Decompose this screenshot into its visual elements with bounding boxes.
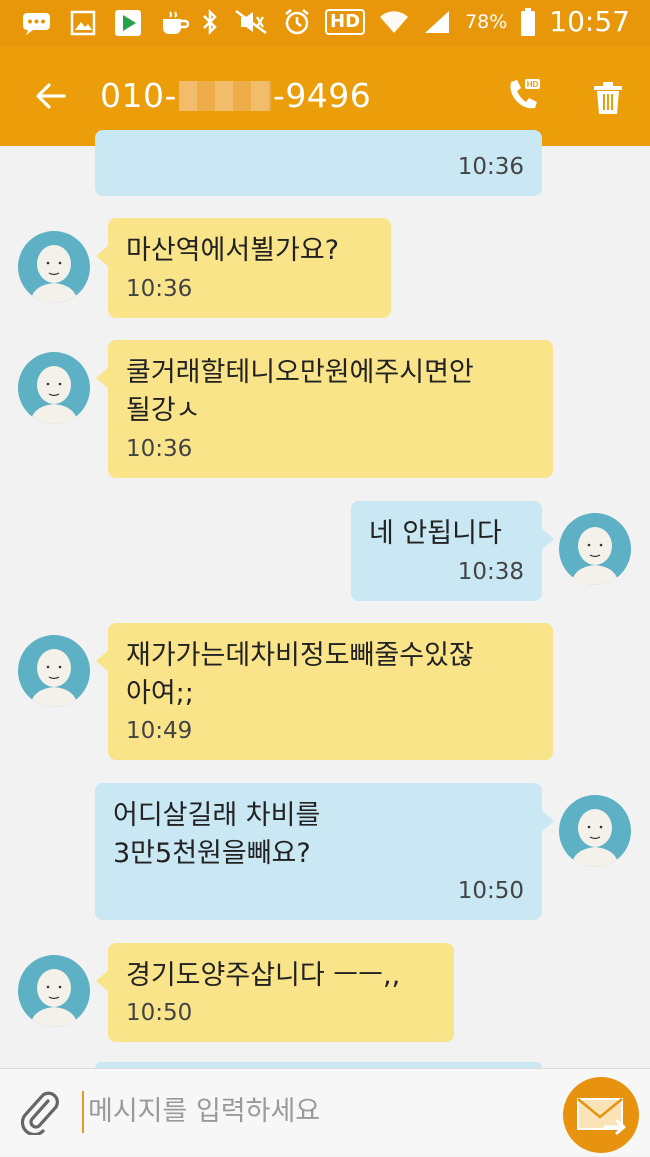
outgoing-message[interactable]: 네 안됩니다 10:38 [351, 501, 554, 601]
message-text: 재가가는데차비정도빼줄수있잖 아여;; [126, 640, 474, 709]
message-time: 10:36 [126, 276, 193, 302]
contact-avatar[interactable] [18, 352, 90, 424]
person-icon [571, 527, 619, 585]
message-input[interactable]: 메시지를 입력하세요 [82, 1091, 548, 1133]
message-time: 10:38 [457, 559, 524, 585]
hd-text: HD [527, 80, 539, 89]
battery-percent: 78% [465, 10, 508, 33]
my-avatar[interactable] [559, 513, 631, 585]
person-icon [30, 245, 78, 303]
phone-suffix: -9496 [272, 76, 372, 115]
message-time: 10:36 [457, 154, 524, 180]
bluetooth-icon [203, 8, 217, 35]
incoming-message[interactable]: 쿨거래할테니오만원에주시면안 될강ㅅ 10:36 [96, 340, 553, 478]
message-time: 10:50 [126, 1000, 193, 1026]
contact-avatar[interactable] [18, 231, 90, 303]
notification-icons [22, 9, 190, 37]
outgoing-message[interactable]: 어디살길래 차비를 3만5천원을빼요? 10:50 [95, 783, 554, 920]
coffee-icon [163, 11, 190, 34]
message-text: 어디살길래 차비를 3만5천원을빼요? [113, 800, 321, 869]
message-time: 10:49 [126, 718, 193, 744]
send-button[interactable] [563, 1077, 639, 1153]
hd-voice-badge: HD [325, 8, 366, 35]
wifi-icon [380, 10, 409, 33]
arrow-left-icon[interactable] [32, 78, 68, 114]
delete-button[interactable] [588, 78, 628, 118]
bubble-tail [540, 527, 554, 551]
message-time: 10:50 [457, 878, 524, 904]
incoming-message[interactable]: 마산역에서뵐가요? 10:36 [96, 218, 391, 318]
bubble-tail [96, 649, 110, 673]
hd-call-button[interactable]: HD [503, 76, 543, 116]
bubble-tail [96, 366, 110, 390]
phone-prefix: 010- [100, 76, 177, 115]
trash-icon [594, 82, 622, 114]
composer-bar: 메시지를 입력하세요 [0, 1068, 650, 1156]
signal-icon [425, 10, 450, 33]
message-text: 경기도양주삽니다 ㅡㅡ,, [126, 960, 401, 991]
bubble-tail [96, 969, 110, 993]
outgoing-message[interactable]: 10:36 [95, 130, 542, 196]
message-icon [23, 13, 50, 35]
gallery-icon [70, 10, 96, 36]
status-bar: HD 78% 10:57 [0, 0, 650, 46]
clock: 10:57 [549, 5, 630, 38]
incoming-message[interactable]: 재가가는데차비정도빼줄수있잖 아여;; 10:49 [96, 623, 553, 760]
mute-icon [235, 9, 267, 34]
system-status-icons: HD 78% 10:57 [201, 5, 630, 38]
message-text: 쿨거래할테니오만원에주시면안 될강ㅅ [126, 357, 474, 426]
message-text: 마산역에서뵐가요? [126, 235, 340, 266]
play-store-icon [115, 10, 141, 36]
contact-avatar[interactable] [18, 635, 90, 707]
contact-avatar[interactable] [18, 955, 90, 1027]
battery-icon [521, 7, 536, 36]
paperclip-icon[interactable] [18, 1089, 64, 1135]
message-text: 네 안됩니다 [369, 518, 502, 549]
person-icon [30, 649, 78, 707]
person-icon [30, 366, 78, 424]
person-icon [571, 809, 619, 867]
my-avatar[interactable] [559, 795, 631, 867]
bubble-tail [96, 244, 110, 268]
phone-hd-icon: HD [510, 79, 540, 109]
incoming-message[interactable]: 경기도양주삽니다 ㅡㅡ,, 10:50 [96, 943, 454, 1042]
alarm-icon [285, 8, 309, 34]
contact-phone-number: 010- -9496 [100, 76, 371, 115]
redacted-digits [178, 81, 271, 111]
message-time: 10:36 [126, 436, 193, 462]
bubble-tail [540, 809, 554, 833]
envelope-send-icon [577, 1098, 626, 1135]
person-icon [30, 969, 78, 1027]
